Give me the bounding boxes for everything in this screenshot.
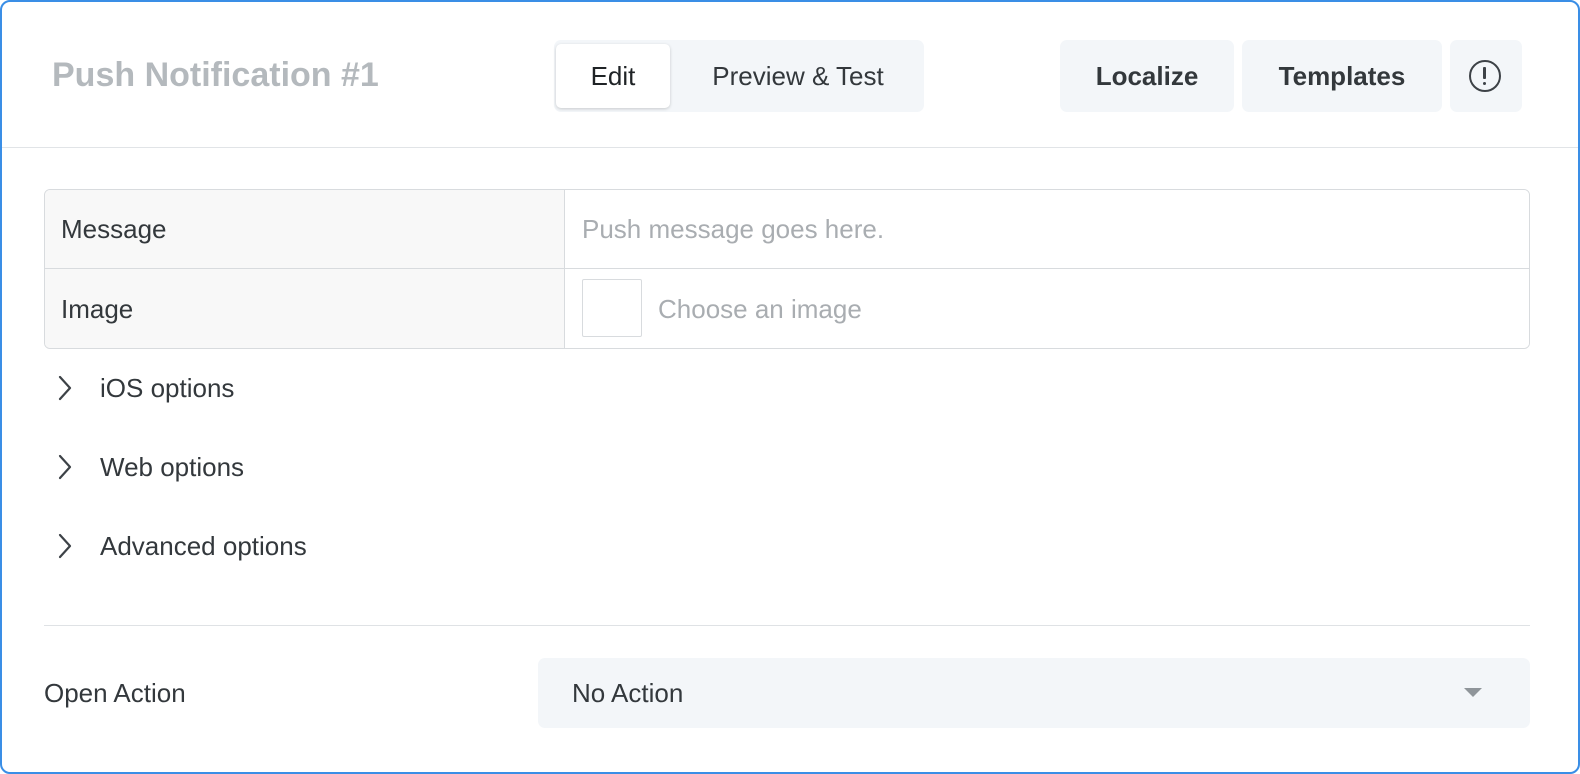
message-row: Message — [45, 190, 1529, 269]
open-action-label: Open Action — [44, 678, 186, 708]
message-cell — [566, 190, 1529, 268]
templates-button[interactable]: Templates — [1242, 40, 1442, 112]
ios-options-label: iOS options — [100, 373, 235, 403]
info-button[interactable] — [1450, 40, 1522, 112]
editor-header: Push Notification #1 Edit Preview & Test… — [2, 2, 1578, 148]
web-options-toggle[interactable]: Web options — [44, 441, 544, 493]
exclamation-circle-icon — [1469, 60, 1501, 92]
image-thumbnail[interactable] — [582, 279, 642, 337]
message-input[interactable] — [566, 190, 1529, 268]
caret-down-icon — [1464, 688, 1482, 697]
image-label: Image — [45, 269, 565, 348]
push-notification-editor: Push Notification #1 Edit Preview & Test… — [0, 0, 1580, 774]
push-content-table: Message Image Choose an image — [44, 189, 1530, 349]
chevron-right-icon — [58, 454, 72, 480]
image-row: Image Choose an image — [45, 269, 1529, 348]
chevron-right-icon — [58, 533, 72, 559]
open-action-value: No Action — [572, 678, 684, 708]
section-divider — [44, 625, 1530, 626]
choose-image-link[interactable]: Choose an image — [658, 269, 862, 348]
tab-edit[interactable]: Edit — [556, 44, 670, 108]
chevron-right-icon — [58, 375, 72, 401]
web-options-label: Web options — [100, 452, 245, 482]
advanced-options-toggle[interactable]: Advanced options — [44, 520, 544, 572]
view-mode-toggle: Edit Preview & Test — [554, 40, 924, 112]
localize-button[interactable]: Localize — [1060, 40, 1234, 112]
message-label: Message — [45, 190, 565, 268]
image-cell: Choose an image — [566, 269, 1529, 348]
open-action-select[interactable]: No Action — [538, 658, 1530, 728]
page-title: Push Notification #1 — [52, 56, 379, 94]
tab-preview-test[interactable]: Preview & Test — [682, 44, 914, 108]
advanced-options-label: Advanced options — [100, 531, 307, 561]
ios-options-toggle[interactable]: iOS options — [44, 362, 544, 414]
